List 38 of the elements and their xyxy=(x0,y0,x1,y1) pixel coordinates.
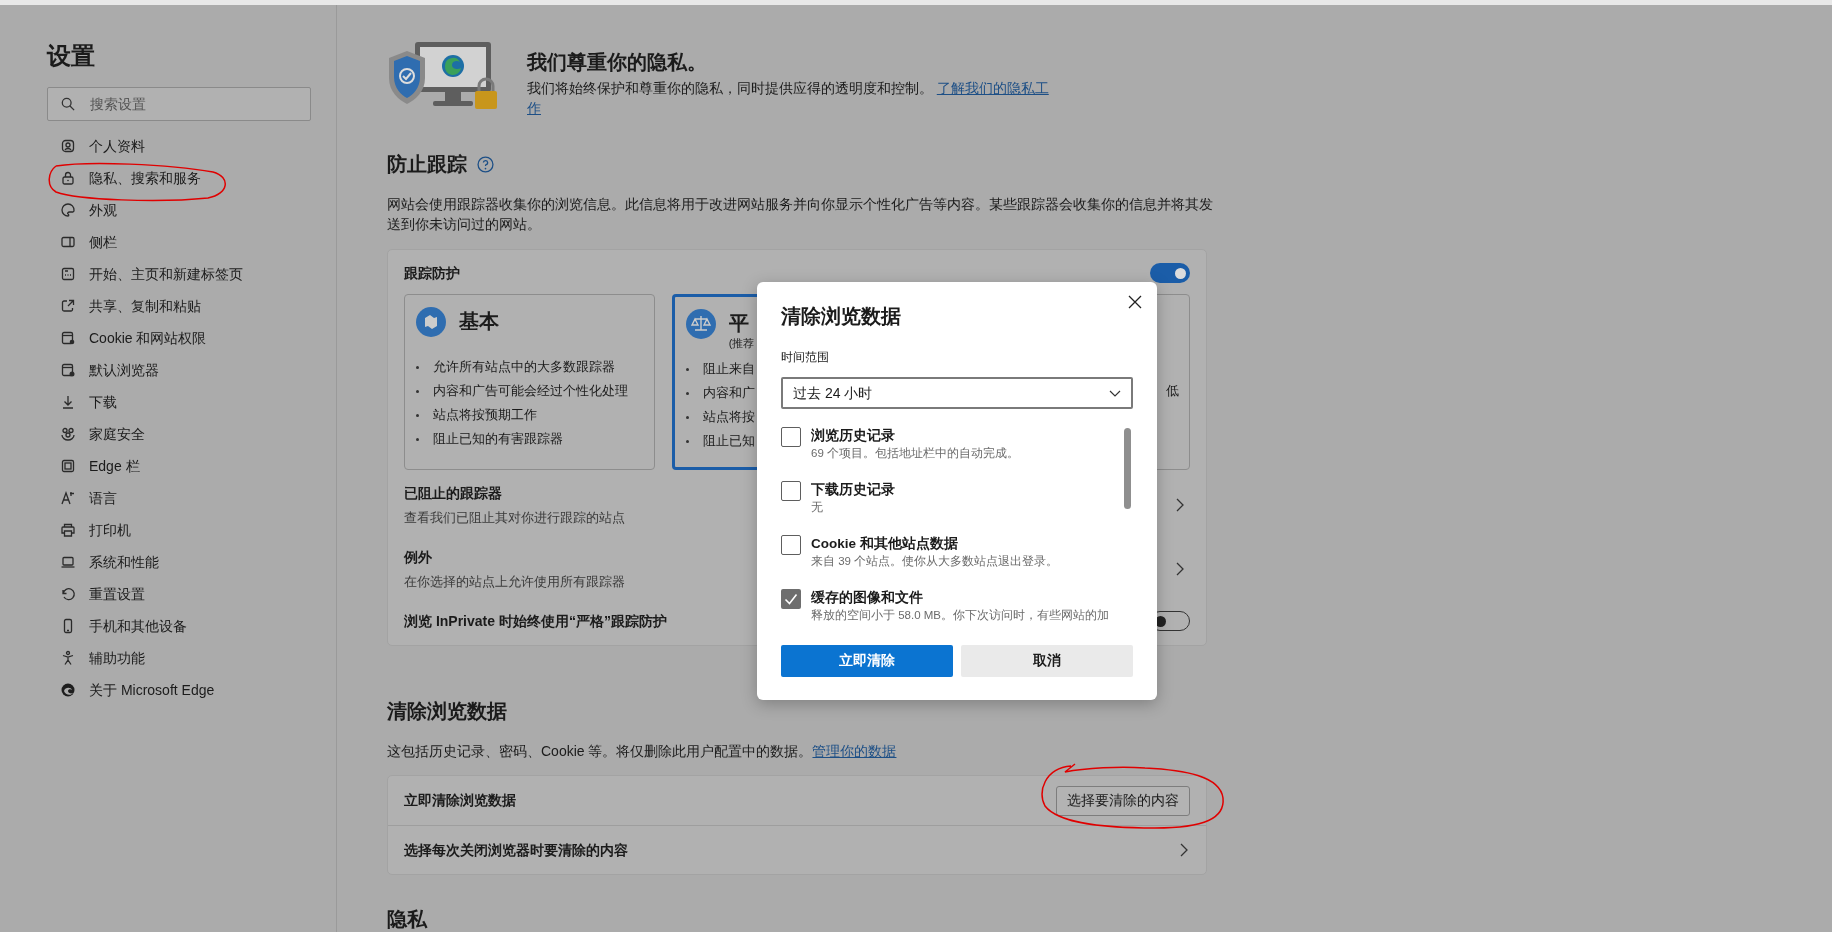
privacy-text: 我们将始终保护和尊重你的隐私，同时提供应得的透明度和控制。 了解我们的隐私工 作 xyxy=(527,80,1050,118)
bullet-text: 站点将按预期工作 xyxy=(433,406,537,424)
option-detail: 释放的空间小于 58.0 MB。你下次访问时，有些网站的加 xyxy=(811,608,1110,623)
option-detail: 无 xyxy=(811,500,824,515)
option-label: 下载历史记录 xyxy=(811,481,895,499)
section-description: 网站会使用跟踪器收集你的浏览信息。此信息将用于改进网站服务并向你显示个性化广告等内容。某些跟踪器会收集你的信息并将其发送到你未访问过的网站。 xyxy=(387,195,1214,234)
row-subtitle: 在你选择的站点上允许使用所有跟踪器 xyxy=(404,574,625,591)
option-label: 缓存的图像和文件 xyxy=(811,589,924,607)
section-heading: 清除浏览数据 xyxy=(387,699,508,724)
bullet-text: 允许所有站点中的大多数跟踪器 xyxy=(433,358,615,376)
level-subtitle: (推荐 xyxy=(728,337,755,349)
row-title: 浏览 InPrivate 时始终使用“严格”跟踪防护 xyxy=(404,611,667,631)
section-description: 这包括历史记录、密码、Cookie 等。将仅删除此用户配置中的数据。管理你的数据 xyxy=(387,742,898,761)
option-detail: 69 个项目。包括地址栏中的自动完成。 xyxy=(811,446,1019,461)
row-title: 已阻止的跟踪器 xyxy=(404,484,503,503)
option-label: 浏览历史记录 xyxy=(811,427,896,445)
dialog-title: 清除浏览数据 xyxy=(781,304,902,329)
section-heading: 隐私 xyxy=(387,907,429,932)
bullet-text: 内容和广告可能会经过个性化处理 xyxy=(433,382,628,400)
option-detail: 来自 39 个站点。使你从大多数站点退出登录。 xyxy=(811,554,1059,569)
bullet-text: 站点将按 xyxy=(702,408,755,426)
bullet-text: 阻止来自 xyxy=(702,360,755,378)
bullet-text: 阻止已知的有害跟踪器 xyxy=(433,430,563,448)
privacy-title: 我们尊重你的隐私。 xyxy=(527,50,708,75)
row-title: 例外 xyxy=(404,548,433,567)
bullet-text: 内容和广 xyxy=(702,384,755,402)
settings-title: 设置 xyxy=(47,41,96,71)
row-title: 选择每次关闭浏览器时要清除的内容 xyxy=(404,840,628,860)
field-label: 时间范围 xyxy=(781,349,830,365)
option-label: Cookie 和其他站点数据 xyxy=(811,535,959,553)
row-subtitle: 查看我们已阻止其对你进行跟踪的站点 xyxy=(404,510,625,527)
level-title: 平 xyxy=(728,311,750,336)
bullet-text: 低 xyxy=(1166,382,1179,400)
level-title: 基本 xyxy=(459,309,499,334)
card-title: 跟踪防护 xyxy=(404,263,460,283)
row-title: 立即清除浏览数据 xyxy=(404,791,516,810)
bullet-text: 阻止已知 xyxy=(702,432,755,450)
section-heading: 防止跟踪 xyxy=(387,152,467,177)
